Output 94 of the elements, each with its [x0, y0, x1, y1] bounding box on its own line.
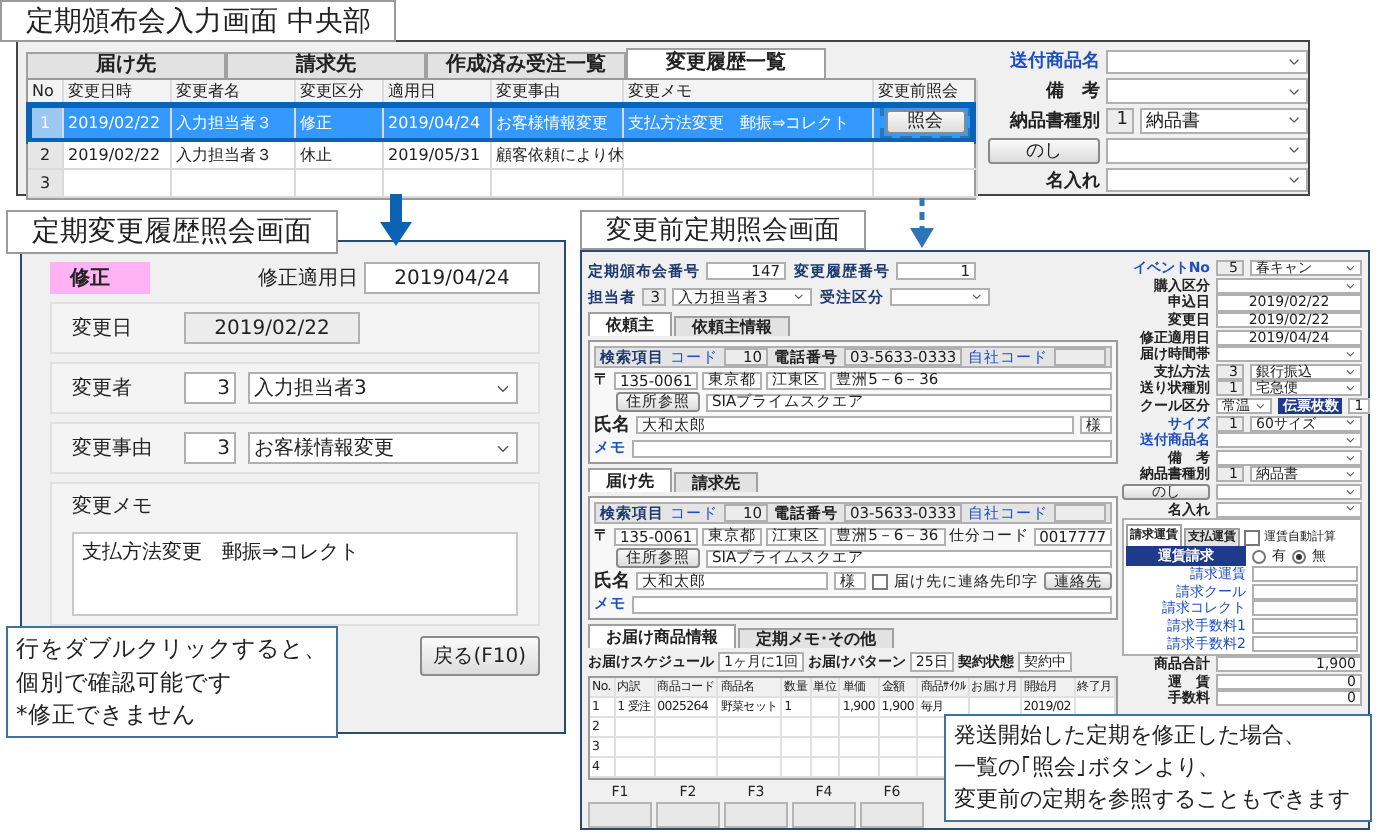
table-cell	[879, 718, 919, 738]
table-row[interactable]: 1 2019/02/22 入力担当者３ 修正 2019/04/24 お客様情報変更 支払方法変更 郵振⇒コレクト 照会	[28, 104, 974, 142]
memo-field[interactable]: 支払方法変更 郵振⇒コレクト	[72, 532, 518, 616]
field-label: 氏名	[594, 568, 630, 594]
row-number: 2	[28, 142, 64, 170]
tab[interactable]: 依頼主	[588, 312, 672, 336]
tab[interactable]: 請求先	[226, 52, 426, 78]
select-field[interactable]	[1106, 167, 1308, 193]
row-number: 1	[28, 104, 64, 142]
table-cell	[879, 738, 919, 758]
amount-field[interactable]	[1252, 600, 1358, 617]
select-field[interactable]	[1216, 346, 1362, 363]
tab[interactable]: 変更履歴一覧	[626, 48, 826, 78]
text-field[interactable]	[1054, 348, 1106, 366]
select-field[interactable]: お客様情報変更	[248, 432, 518, 464]
callout-tooltip: 発送開始した定期を修正した場合、 一覧の｢照会｣ボタンより、 変更前の定期を参照することもできます	[944, 714, 1372, 822]
code-field[interactable]: 3	[184, 432, 236, 464]
tab[interactable]: お届け商品情報	[588, 624, 736, 648]
date-field[interactable]: 2019/02/22	[184, 312, 360, 344]
select-field[interactable]	[1216, 449, 1362, 466]
radio-button[interactable]	[1252, 549, 1266, 564]
table-cell	[718, 718, 783, 738]
field-label: 修正適用日	[258, 265, 358, 292]
amount-field[interactable]	[1252, 635, 1358, 652]
select-field[interactable]	[1216, 501, 1362, 518]
code-field[interactable]: 3	[184, 372, 236, 404]
table-cell	[811, 738, 841, 758]
field-label: 変更者	[72, 375, 134, 402]
tab[interactable]: 作成済み受注一覧	[426, 52, 626, 78]
checkbox[interactable]	[1244, 529, 1260, 546]
caret-icon	[792, 290, 806, 304]
tab[interactable]: 届け先	[588, 468, 672, 492]
field-label: 変更事由	[72, 435, 154, 462]
amount-field[interactable]	[1252, 583, 1358, 600]
table-cell	[615, 718, 656, 738]
back-button[interactable]: 戻る(F10)	[419, 636, 540, 676]
table-cell	[172, 170, 296, 198]
noshi-button[interactable]: のし	[988, 137, 1100, 164]
select-field[interactable]	[890, 287, 990, 307]
select-field[interactable]	[1106, 49, 1308, 75]
arrow-drawing	[380, 194, 412, 246]
select-field[interactable]	[1216, 483, 1362, 501]
select-field[interactable]: 入力担当者3	[248, 372, 518, 404]
table-cell	[811, 718, 841, 738]
table-cell	[655, 738, 719, 758]
radio-button[interactable]	[1292, 549, 1306, 564]
select-field[interactable]	[1106, 78, 1308, 104]
caret-icon	[970, 290, 984, 304]
table-cell	[782, 718, 812, 738]
memo-field[interactable]	[632, 439, 1112, 457]
table-cell	[840, 718, 880, 738]
field-label: 氏名	[594, 412, 630, 438]
field-label: 送付商品名	[1008, 48, 1100, 75]
table-cell	[874, 170, 978, 198]
screen-caption: 変更前定期照会画面	[580, 210, 866, 250]
amount-field[interactable]	[1252, 617, 1358, 634]
select-field[interactable]	[1216, 277, 1362, 294]
table-cell	[840, 738, 880, 758]
status-badge: 修正	[50, 262, 150, 294]
select-field[interactable]	[1216, 432, 1362, 449]
callout-tooltip: 行をダブルクリックすると、 個別で確認可能です *修正できません	[6, 626, 338, 739]
table-cell	[615, 738, 656, 758]
dialog-caption: 定期変更履歴照会画面	[6, 210, 338, 254]
caret-icon	[1254, 399, 1267, 413]
select-field[interactable]	[1106, 137, 1308, 164]
table-cell	[655, 718, 719, 738]
field-label: 変更日	[72, 315, 134, 342]
table-cell	[718, 738, 783, 758]
dashed-arrow-drawing	[910, 198, 934, 248]
checkbox[interactable]	[872, 573, 888, 589]
table-row[interactable]: 3	[28, 170, 974, 198]
table-cell	[492, 170, 624, 198]
date-field[interactable]: 2019/04/24	[364, 262, 540, 294]
field-label: 備 考	[1043, 78, 1100, 105]
table-cell	[782, 738, 812, 758]
table-row[interactable]: 2 2019/02/22 入力担当者３ 休止 2019/05/31 顧客依頼により休	[28, 142, 974, 170]
tab[interactable]: 請求先	[674, 472, 758, 492]
code-field[interactable]: 1	[1106, 108, 1134, 134]
field-label: 納品書種別	[1007, 108, 1100, 134]
field-label: 変更メモ	[72, 493, 154, 520]
table-cell	[64, 170, 172, 198]
tab[interactable]: 依頼主情報	[674, 316, 790, 336]
tab[interactable]: 定期メモ･その他	[738, 628, 894, 648]
select-field[interactable]: 納品書	[1140, 108, 1308, 134]
tab[interactable]: 届け先	[26, 52, 226, 78]
inquiry-button[interactable]: 照会	[885, 110, 965, 134]
field-label: 名入れ	[1044, 168, 1100, 194]
memo-field[interactable]	[632, 595, 1112, 613]
table-cell	[296, 170, 384, 198]
amount-field[interactable]	[1252, 566, 1358, 583]
row-number: 3	[28, 170, 64, 198]
text-field[interactable]	[1054, 504, 1106, 522]
table-cell	[811, 698, 841, 718]
screen-caption: 定期頒布会入力画面 中央部	[0, 0, 397, 42]
